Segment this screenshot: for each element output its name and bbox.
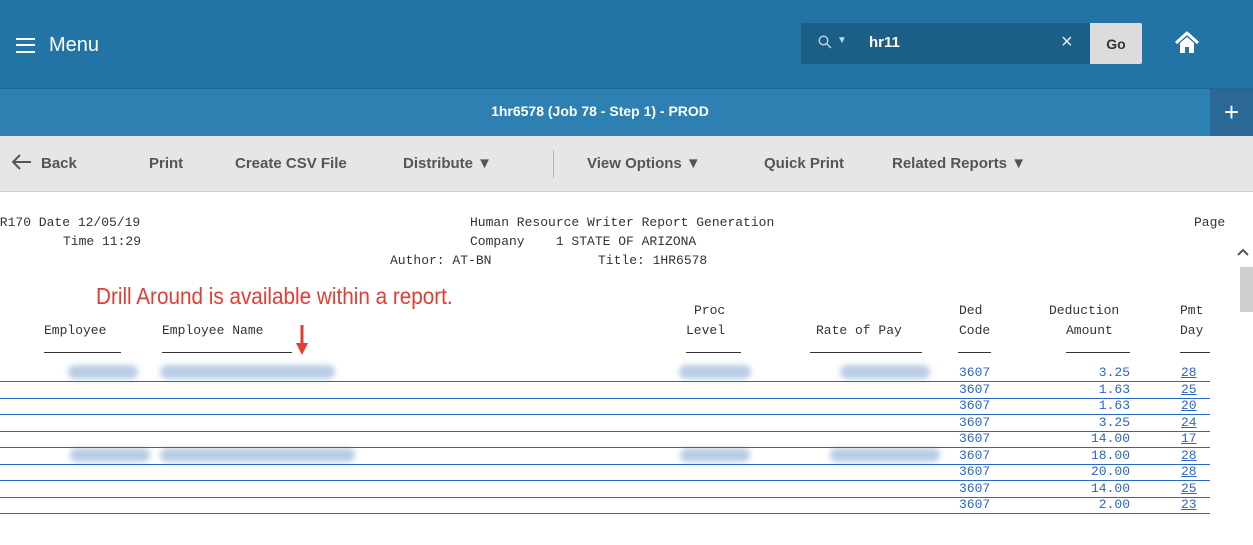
redacted-proc-level bbox=[680, 448, 750, 462]
redacted-employee bbox=[68, 365, 138, 379]
ded-code-cell[interactable]: 3607 bbox=[959, 464, 990, 479]
pmt-day-link[interactable]: 24 bbox=[1181, 415, 1197, 430]
search-icon[interactable] bbox=[818, 35, 832, 49]
toolbar-divider bbox=[553, 150, 554, 178]
redacted-employee-name bbox=[160, 448, 355, 462]
report-title: 1hr6578 (Job 78 - Step 1) - PROD bbox=[491, 103, 709, 119]
pmt-day-link[interactable]: 17 bbox=[1181, 431, 1197, 446]
pmt-day-link[interactable]: 28 bbox=[1181, 464, 1197, 479]
deduction-amount-cell[interactable]: 3.25 bbox=[1099, 415, 1130, 430]
chevron-up-icon[interactable] bbox=[1236, 247, 1250, 257]
report-viewer: HR170 Date 12/05/19 Human Resource Write… bbox=[0, 192, 1253, 545]
report-title-bar: 1hr6578 (Job 78 - Step 1) - PROD + bbox=[0, 88, 1253, 136]
col-underline bbox=[1180, 352, 1210, 353]
back-arrow-icon[interactable] bbox=[10, 152, 32, 172]
ded-code-cell[interactable]: 3607 bbox=[959, 448, 990, 463]
row-separator bbox=[0, 430, 1210, 432]
col-ded-line2: Code bbox=[959, 323, 991, 338]
pmt-day-link[interactable]: 23 bbox=[1181, 497, 1197, 512]
row-separator bbox=[0, 463, 1210, 465]
col-underline bbox=[686, 352, 741, 353]
distribute-dropdown[interactable]: Distribute ▼ bbox=[403, 155, 492, 172]
menu-button[interactable]: Menu bbox=[16, 30, 99, 60]
col-underline bbox=[44, 352, 121, 353]
print-button[interactable]: Print bbox=[149, 155, 183, 172]
related-reports-dropdown[interactable]: Related Reports ▼ bbox=[892, 155, 1026, 172]
row-separator bbox=[0, 381, 1210, 382]
redacted-rate-of-pay bbox=[830, 448, 940, 462]
col-pmt-line1: Pmt bbox=[1180, 303, 1204, 318]
deduction-amount-cell[interactable]: 1.63 bbox=[1099, 398, 1130, 413]
col-employee-name: Employee Name bbox=[162, 323, 264, 338]
col-pmt-line2: Day bbox=[1180, 323, 1204, 338]
report-page-label: Page bbox=[1194, 215, 1226, 230]
view-options-dropdown[interactable]: View Options ▼ bbox=[587, 155, 701, 172]
deduction-amount-cell[interactable]: 14.00 bbox=[1091, 431, 1130, 446]
redacted-proc-level bbox=[679, 365, 751, 379]
quick-print-button[interactable]: Quick Print bbox=[764, 155, 844, 172]
top-header: Menu ▼ hr11 × Go bbox=[0, 0, 1253, 88]
create-csv-button[interactable]: Create CSV File bbox=[235, 155, 347, 172]
drill-around-annotation: Drill Around is available within a repor… bbox=[96, 283, 453, 309]
home-icon[interactable] bbox=[1172, 28, 1202, 58]
col-proc-line2: Level bbox=[686, 323, 726, 338]
redacted-employee-name bbox=[160, 365, 335, 379]
row-separator bbox=[0, 414, 1210, 415]
col-rate-of-pay: Rate of Pay bbox=[816, 323, 902, 338]
deduction-amount-cell[interactable]: 2.00 bbox=[1099, 497, 1130, 512]
col-underline bbox=[1066, 352, 1130, 353]
pmt-day-link[interactable]: 28 bbox=[1181, 448, 1197, 463]
pmt-day-link[interactable]: 25 bbox=[1181, 382, 1197, 397]
deduction-amount-cell[interactable]: 18.00 bbox=[1091, 448, 1130, 463]
search-value[interactable]: hr11 bbox=[869, 34, 900, 51]
clear-search-icon[interactable]: × bbox=[1061, 31, 1073, 54]
col-ded-line1: Ded bbox=[959, 303, 983, 318]
redacted-rate-of-pay bbox=[840, 365, 930, 379]
report-title-code: Title: 1HR6578 bbox=[598, 253, 708, 268]
report-toolbar: Back Print Create CSV File Distribute ▼ … bbox=[0, 136, 1253, 192]
ded-code-cell[interactable]: 3607 bbox=[959, 431, 990, 446]
col-underline bbox=[958, 352, 991, 353]
col-employee: Employee bbox=[44, 323, 107, 338]
pmt-day-link[interactable]: 20 bbox=[1181, 398, 1197, 413]
scrollbar-thumb[interactable] bbox=[1240, 267, 1253, 312]
ded-code-cell[interactable]: 3607 bbox=[959, 415, 990, 430]
ded-code-cell[interactable]: 3607 bbox=[959, 497, 990, 512]
report-author: Author: AT-BN bbox=[390, 253, 492, 268]
col-underline bbox=[810, 352, 922, 353]
pmt-day-link[interactable]: 28 bbox=[1181, 365, 1197, 380]
row-separator bbox=[0, 480, 1210, 481]
back-button[interactable]: Back bbox=[41, 155, 77, 172]
row-separator bbox=[0, 513, 1210, 514]
deduction-amount-cell[interactable]: 14.00 bbox=[1091, 481, 1130, 496]
row-separator bbox=[0, 447, 1210, 448]
deduction-amount-cell[interactable]: 3.25 bbox=[1099, 365, 1130, 380]
menu-label: Menu bbox=[49, 33, 100, 56]
col-proc-line1: Proc bbox=[694, 303, 726, 318]
report-time: Time 11:29 bbox=[63, 234, 142, 249]
ded-code-cell[interactable]: 3607 bbox=[959, 382, 990, 397]
search-input[interactable]: ▼ hr11 × bbox=[801, 23, 1090, 64]
plus-icon[interactable]: + bbox=[1210, 89, 1253, 136]
ded-code-cell[interactable]: 3607 bbox=[959, 398, 990, 413]
search-scope-dropdown-icon[interactable]: ▼ bbox=[837, 35, 847, 46]
row-separator bbox=[0, 397, 1210, 399]
ded-code-cell[interactable]: 3607 bbox=[959, 365, 990, 380]
col-deduction-line2: Amount bbox=[1066, 323, 1113, 338]
report-company: Company 1 STATE OF ARIZONA bbox=[470, 234, 697, 249]
deduction-amount-cell[interactable]: 1.63 bbox=[1099, 382, 1130, 397]
report-heading: Human Resource Writer Report Generation bbox=[470, 215, 775, 230]
deduction-amount-cell[interactable]: 20.00 bbox=[1091, 464, 1130, 479]
col-deduction-line1: Deduction bbox=[1049, 303, 1120, 318]
redacted-employee bbox=[70, 448, 150, 462]
go-button[interactable]: Go bbox=[1090, 23, 1142, 64]
hamburger-icon bbox=[16, 37, 35, 53]
row-separator bbox=[0, 496, 1210, 498]
pmt-day-link[interactable]: 25 bbox=[1181, 481, 1197, 496]
col-underline bbox=[162, 352, 292, 353]
arrow-down-icon bbox=[296, 325, 308, 355]
ded-code-cell[interactable]: 3607 bbox=[959, 481, 990, 496]
report-program-date: HR170 Date 12/05/19 bbox=[0, 215, 141, 230]
